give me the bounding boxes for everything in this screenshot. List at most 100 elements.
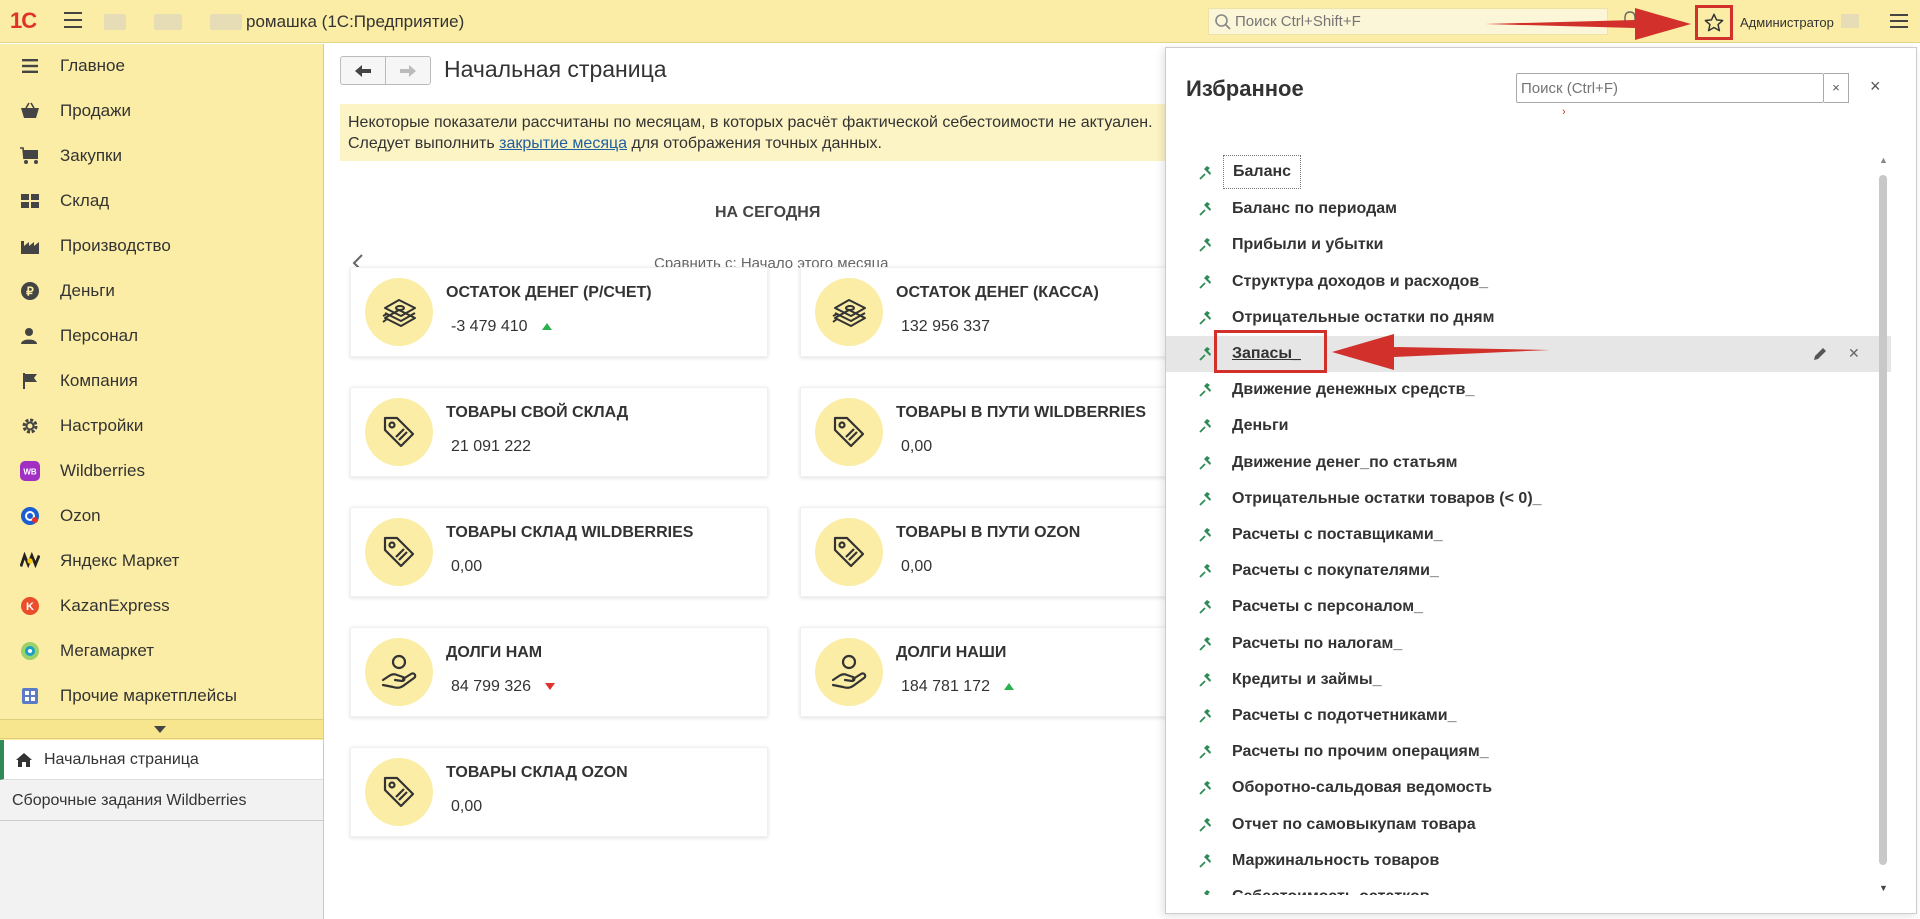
favorites-close-button[interactable]: × (1870, 76, 1881, 97)
pin-icon[interactable] (1198, 780, 1214, 796)
favorite-item-label[interactable]: Прибыли и убытки (1232, 236, 1384, 254)
kpi-card[interactable]: ТОВАРЫ СВОЙ СКЛАД 21 091 222 (350, 387, 768, 477)
favorite-item-label[interactable]: Отрицательные остатки по дням (1232, 309, 1494, 327)
sidebar-item-10[interactable]: WB Wildberries (0, 449, 323, 493)
favorite-item-label[interactable]: Расчеты по прочим операциям_ (1232, 743, 1489, 761)
favorite-item-label[interactable]: Отчет по самовыкупам товара (1232, 816, 1476, 834)
kpi-card[interactable]: ТОВАРЫ СКЛАД OZON 0,00 (350, 747, 768, 837)
favorite-item[interactable]: Расчеты по прочим операциям_ (1166, 734, 1891, 770)
remove-icon[interactable]: ✕ (1848, 345, 1860, 362)
favorite-item-label[interactable]: Расчеты с покупателями_ (1232, 562, 1439, 580)
favorites-search-input[interactable] (1521, 77, 1791, 99)
favorite-item[interactable]: Баланс по периодам (1166, 191, 1891, 227)
favorites-search-clear-button[interactable]: × (1824, 73, 1849, 103)
settings-menu-icon[interactable] (1890, 14, 1908, 30)
favorite-item[interactable]: Прибыли и убытки (1166, 227, 1891, 263)
favorite-item-label[interactable]: Себестоимость остатков (1232, 888, 1430, 895)
sidebar-item-2[interactable]: Продажи (0, 89, 323, 133)
favorite-item[interactable]: Расчеты с покупателями_ (1166, 553, 1891, 589)
sidebar-item-11[interactable]: Ozon (0, 494, 323, 538)
pin-icon[interactable] (1198, 563, 1214, 579)
favorite-item-label[interactable]: Расчеты с поставщиками_ (1232, 526, 1443, 544)
sidebar-item-14[interactable]: Мегамаркет (0, 629, 323, 673)
pin-icon[interactable] (1198, 382, 1214, 398)
open-tab-home[interactable]: Начальная страница (0, 740, 323, 780)
favorite-item-label[interactable]: Расчеты с подотчетниками_ (1232, 707, 1457, 725)
open-tab-wb-assembly[interactable]: Сборочные задания Wildberries (0, 781, 323, 821)
scroll-up-icon[interactable]: ▲ (1879, 155, 1888, 165)
favorite-item[interactable]: Отрицательные остатки по дням (1166, 300, 1891, 336)
pin-icon[interactable] (1198, 165, 1214, 181)
pin-icon[interactable] (1198, 853, 1214, 869)
kpi-card[interactable]: ТОВАРЫ В ПУТИ WILDBERRIES 0,00 (800, 387, 1218, 477)
sidebar-item-8[interactable]: Компания (0, 359, 323, 403)
favorite-item[interactable]: Движение денег_по статьям (1166, 445, 1891, 481)
scroll-down-icon[interactable]: ▼ (1879, 883, 1888, 893)
pin-icon[interactable] (1198, 418, 1214, 434)
bell-icon[interactable] (1622, 11, 1638, 29)
favorite-item[interactable]: Оборотно-сальдовая ведомость (1166, 770, 1891, 806)
favorite-item[interactable]: Расчеты с поставщиками_ (1166, 517, 1891, 553)
favorite-item-label[interactable]: Отрицательные остатки товаров (< 0)_ (1232, 490, 1542, 508)
forward-button[interactable] (385, 56, 431, 85)
favorite-item-label[interactable]: Оборотно-сальдовая ведомость (1232, 779, 1492, 797)
sidebar-item-15[interactable]: Прочие маркетплейсы (0, 674, 323, 718)
close-month-link[interactable]: закрытие месяца (499, 135, 627, 152)
global-search-input[interactable] (1235, 10, 1595, 33)
favorite-item[interactable]: Структура доходов и расходов_ (1166, 264, 1891, 300)
favorite-item-label[interactable]: Расчеты по налогам_ (1232, 635, 1402, 653)
pin-icon[interactable] (1198, 455, 1214, 471)
favorite-item[interactable]: Расчеты по налогам_ (1166, 626, 1891, 662)
favorite-item[interactable]: Отрицательные остатки товаров (< 0)_ (1166, 481, 1891, 517)
favorite-item[interactable]: Запасы_ ✕ (1166, 336, 1891, 372)
pin-icon[interactable] (1198, 491, 1214, 507)
favorite-item[interactable]: Отчет по самовыкупам товара (1166, 807, 1891, 843)
pin-icon[interactable] (1198, 889, 1214, 895)
favorite-item-label[interactable]: Движение денежных средств_ (1232, 381, 1474, 399)
favorite-item[interactable]: Деньги (1166, 408, 1891, 444)
kpi-card[interactable]: ОСТАТОК ДЕНЕГ (Р/СЧЕТ) -3 479 410 (350, 267, 768, 357)
favorite-item[interactable]: Движение денежных средств_ (1166, 372, 1891, 408)
favorite-item-label[interactable]: Движение денег_по статьям (1232, 454, 1457, 472)
favorite-item[interactable]: Расчеты с персоналом_ (1166, 589, 1891, 625)
favorite-item-label[interactable]: Расчеты с персоналом_ (1232, 598, 1423, 616)
pin-icon[interactable] (1198, 346, 1214, 362)
kpi-card[interactable]: ТОВАРЫ В ПУТИ OZON 0,00 (800, 507, 1218, 597)
pin-icon[interactable] (1198, 274, 1214, 290)
pin-icon[interactable] (1198, 527, 1214, 543)
sidebar-item-13[interactable]: K KazanExpress (0, 584, 323, 628)
favorite-item-label[interactable]: Баланс по периодам (1232, 200, 1397, 218)
favorite-item-label[interactable]: Структура доходов и расходов_ (1232, 273, 1488, 291)
favorites-star-button[interactable] (1695, 5, 1733, 40)
pin-icon[interactable] (1198, 708, 1214, 724)
favorite-item[interactable]: Баланс (1166, 155, 1891, 191)
global-search[interactable] (1208, 8, 1608, 35)
sidebar-item-12[interactable]: Яндекс Маркет (0, 539, 323, 583)
favorite-item-label[interactable]: Маржинальность товаров (1232, 852, 1439, 870)
sidebar-item-5[interactable]: Производство (0, 224, 323, 268)
pin-icon[interactable] (1198, 744, 1214, 760)
favorite-item[interactable]: Себестоимость остатков (1166, 879, 1891, 895)
main-menu-icon[interactable] (64, 12, 82, 30)
favorite-item[interactable]: Расчеты с подотчетниками_ (1166, 698, 1891, 734)
sidebar-item-7[interactable]: Персонал (0, 314, 323, 358)
favorite-item-label[interactable]: Запасы_ (1232, 345, 1301, 363)
favorites-search[interactable] (1516, 73, 1824, 103)
pin-icon[interactable] (1198, 599, 1214, 615)
sidebar-scroll-down[interactable] (0, 719, 323, 739)
kpi-card[interactable]: ДОЛГИ НАШИ 184 781 172 (800, 627, 1218, 717)
favorite-item[interactable]: Кредиты и займы_ (1166, 662, 1891, 698)
favorite-item-label[interactable]: Деньги (1232, 417, 1289, 435)
edit-icon[interactable] (1812, 346, 1828, 362)
sidebar-item-3[interactable]: Закупки (0, 134, 323, 178)
sidebar-item-4[interactable]: Склад (0, 179, 323, 223)
favorites-scrollbar[interactable]: ▲ ▼ (1877, 155, 1889, 895)
pin-icon[interactable] (1198, 237, 1214, 253)
favorite-item-label[interactable]: Кредиты и займы_ (1232, 671, 1382, 689)
kpi-card[interactable]: ОСТАТОК ДЕНЕГ (КАССА) 132 956 337 (800, 267, 1218, 357)
favorite-item[interactable]: Маржинальность товаров (1166, 843, 1891, 879)
sidebar-item-9[interactable]: Настройки (0, 404, 323, 448)
favorite-item-label[interactable]: Баланс (1223, 155, 1302, 189)
back-button[interactable] (340, 56, 386, 85)
scrollbar-thumb[interactable] (1879, 175, 1887, 865)
